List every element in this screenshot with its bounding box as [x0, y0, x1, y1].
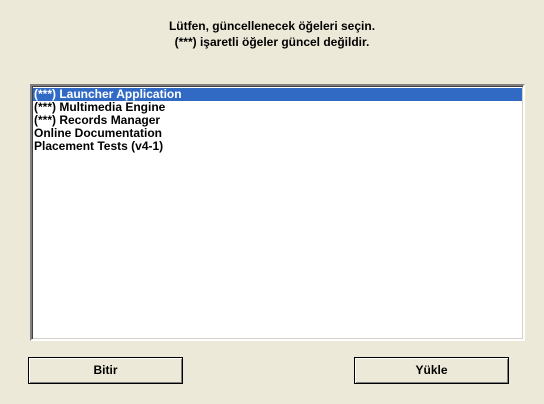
finish-button[interactable]: Bitir — [28, 357, 183, 384]
list-item-placement-tests[interactable]: Placement Tests (v4-1) — [33, 140, 522, 153]
instructions-text: Lütfen, güncellenecek öğeleri seçin. (**… — [0, 18, 544, 50]
instruction-line-1: Lütfen, güncellenecek öğeleri seçin. — [168, 19, 376, 33]
update-dialog: Lütfen, güncellenecek öğeleri seçin. (**… — [0, 0, 544, 404]
instruction-line-2: (***) işaretli öğeler güncel değildir. — [174, 35, 370, 49]
install-button[interactable]: Yükle — [354, 357, 509, 384]
update-items-listbox[interactable]: (***) Launcher Application (***) Multime… — [30, 84, 525, 341]
